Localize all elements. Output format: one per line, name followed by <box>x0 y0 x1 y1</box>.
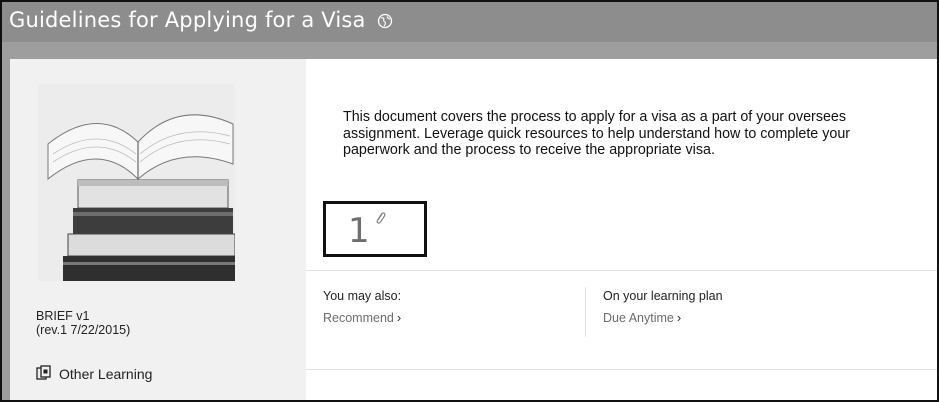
you-may-also-section: You may also: Recommend › <box>323 289 401 325</box>
page-header: Guidelines for Applying for a Visa <box>2 2 937 42</box>
version-info: BRIEF v1 (rev.1 7/22/2015) <box>36 309 130 337</box>
version-line-2: (rev.1 7/22/2015) <box>36 323 131 337</box>
page-title: Guidelines for Applying for a Visa <box>9 8 366 32</box>
sidebar-panel: BRIEF v1 (rev.1 7/22/2015) Other Learnin… <box>10 59 306 400</box>
column-separator <box>585 287 586 337</box>
globe-icon <box>377 10 393 34</box>
page-title-wrap: Guidelines for Applying for a Visa <box>9 8 393 32</box>
content-card: BRIEF v1 (rev.1 7/22/2015) Other Learnin… <box>10 59 937 400</box>
other-learning-link[interactable]: Other Learning <box>36 365 152 383</box>
learning-plan-section: On your learning plan Due Anytime › <box>603 289 723 325</box>
paperclip-icon <box>374 211 386 230</box>
learning-plan-label: On your learning plan <box>603 289 723 303</box>
attachment-count: 1 <box>348 211 370 251</box>
chevron-right-icon: › <box>396 310 402 325</box>
books-image <box>38 84 235 281</box>
chevron-right-icon: › <box>676 310 682 325</box>
main-panel: This document covers the process to appl… <box>306 59 937 400</box>
recommend-link[interactable]: Recommend › <box>323 310 401 325</box>
section-divider <box>306 270 937 271</box>
app-frame: Guidelines for Applying for a Visa BRIEF… <box>0 0 939 402</box>
attachment-count-box[interactable]: 1 <box>323 201 427 257</box>
section-divider-bottom <box>306 369 937 370</box>
version-line-1: BRIEF v1 <box>36 309 90 323</box>
recommend-label: Recommend <box>323 311 394 325</box>
due-anytime-link[interactable]: Due Anytime › <box>603 310 723 325</box>
you-may-also-label: You may also: <box>323 289 402 303</box>
other-learning-label: Other Learning <box>59 366 153 382</box>
copy-document-icon <box>36 365 51 383</box>
document-description: This document covers the process to appl… <box>343 109 851 158</box>
due-label: Due Anytime <box>603 311 674 325</box>
